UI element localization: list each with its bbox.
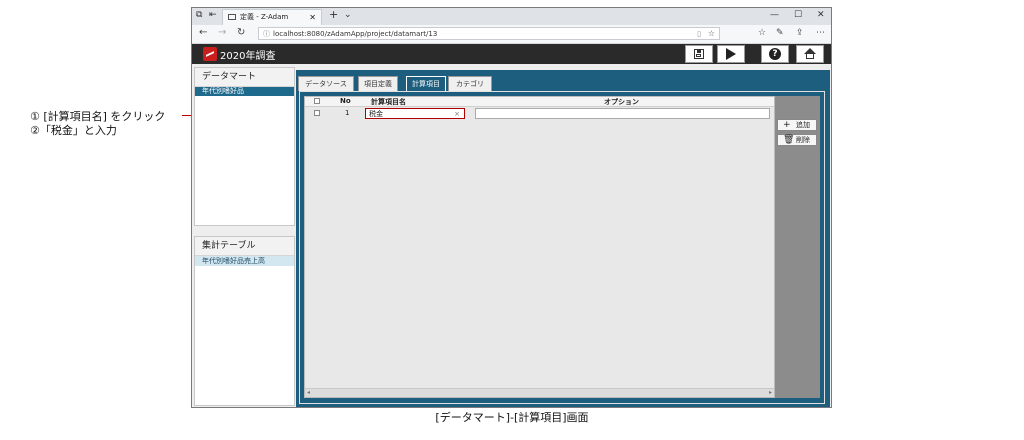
maximize-icon[interactable]: ☐: [794, 10, 802, 20]
reading-view-icon[interactable]: ▯: [697, 28, 701, 40]
share-icon[interactable]: ⇪: [796, 28, 804, 38]
page-icon: [228, 14, 236, 20]
chevron-down-icon[interactable]: ⌄: [344, 10, 352, 20]
tab-calculated-items[interactable]: 計算項目: [406, 76, 446, 91]
row-checkbox[interactable]: [314, 110, 320, 116]
row-no: 1: [345, 109, 350, 117]
app-title: 2020年調査: [220, 51, 276, 62]
delete-label: 削除: [796, 136, 810, 144]
app-header: 2020年調査 ?: [192, 44, 831, 64]
datamart-panel: データマート 年代別嗜好品: [194, 67, 295, 226]
save-button[interactable]: [685, 45, 713, 63]
address-bar: ← → ↻ ⓘ localhost:8080/zAdamApp/project/…: [192, 25, 831, 44]
delete-row-button[interactable]: 🗑 削除: [777, 134, 817, 146]
option-input[interactable]: [475, 108, 770, 119]
play-icon: [726, 48, 736, 60]
column-calc-item-name: 計算項目名: [371, 98, 406, 106]
trash-icon: 🗑: [783, 135, 795, 145]
close-tab-icon[interactable]: ✕: [309, 10, 316, 25]
calc-item-name-value: 税金: [369, 110, 383, 118]
horizontal-scrollbar[interactable]: ◂ ▸: [305, 388, 774, 397]
forward-icon[interactable]: →: [218, 27, 226, 38]
run-button[interactable]: [717, 45, 745, 63]
url-field[interactable]: ⓘ localhost:8080/zAdamApp/project/datama…: [258, 27, 720, 40]
back-icon[interactable]: ←: [199, 27, 207, 38]
app-logo-icon: [203, 47, 217, 61]
browser-window: ⧉ ⇤ 定義 - Z-Adam ✕ + ⌄ — ☐ ✕ ← → ↻ ⓘ loca…: [191, 7, 832, 408]
aggregate-table-header: 集計テーブル: [195, 237, 294, 256]
help-icon: ?: [769, 48, 781, 60]
annotation-step2: ②「税金」と入力: [30, 124, 117, 137]
aggregate-table-panel: 集計テーブル 年代別嗜好品売上高: [194, 236, 295, 406]
url-text: localhost:8080/zAdamApp/project/datamart…: [273, 30, 438, 38]
browser-tabstrip: ⧉ ⇤ 定義 - Z-Adam ✕ + ⌄ — ☐ ✕: [192, 8, 831, 25]
clear-icon[interactable]: ×: [454, 109, 460, 119]
tab-item-definition[interactable]: 項目定義: [358, 76, 398, 91]
scroll-right-icon[interactable]: ▸: [769, 389, 772, 397]
minimize-icon[interactable]: —: [770, 10, 779, 20]
calc-items-grid: No 計算項目名 オプション 1 税金 × ◂ ▸: [304, 96, 775, 398]
row-action-panel: + 追加 🗑 削除: [775, 96, 820, 398]
help-button[interactable]: ?: [761, 45, 789, 63]
aggregate-table-item[interactable]: 年代別嗜好品売上高: [195, 256, 294, 266]
new-tab-icon[interactable]: +: [329, 8, 338, 21]
favorite-star-icon[interactable]: ☆: [708, 28, 715, 40]
column-option: オプション: [604, 98, 639, 106]
save-icon: [694, 49, 704, 59]
site-info-icon[interactable]: ⓘ: [263, 28, 270, 40]
browser-tab[interactable]: 定義 - Z-Adam ✕: [222, 9, 322, 25]
grid-header: No 計算項目名 オプション: [305, 97, 774, 107]
tab-category[interactable]: カテゴリ: [448, 76, 492, 91]
browser-tab-title: 定義 - Z-Adam: [240, 13, 289, 21]
pen-icon[interactable]: ✎: [776, 28, 784, 38]
add-label: 追加: [796, 121, 810, 129]
plus-icon: +: [783, 120, 791, 130]
datamart-header: データマート: [195, 68, 294, 87]
tab-actions-icon[interactable]: ⧉: [196, 10, 202, 20]
scroll-left-icon[interactable]: ◂: [307, 389, 310, 397]
favorites-icon[interactable]: ☆: [758, 28, 766, 38]
column-no: No: [340, 97, 351, 105]
more-icon[interactable]: ⋯: [816, 28, 825, 38]
tab-datasource[interactable]: データソース: [298, 76, 354, 91]
tab-back-icon[interactable]: ⇤: [209, 10, 217, 20]
close-window-icon[interactable]: ✕: [817, 10, 825, 20]
figure-caption: [データマート]-[計算項目]画面: [435, 411, 589, 424]
home-button[interactable]: [796, 45, 824, 63]
home-icon: [804, 48, 816, 59]
select-all-checkbox[interactable]: [314, 98, 320, 104]
calc-item-name-input[interactable]: 税金 ×: [365, 108, 465, 119]
datamart-item[interactable]: 年代別嗜好品: [195, 87, 294, 96]
refresh-icon[interactable]: ↻: [237, 27, 245, 38]
table-row: 1 税金 ×: [305, 107, 774, 120]
add-row-button[interactable]: + 追加: [777, 119, 817, 131]
